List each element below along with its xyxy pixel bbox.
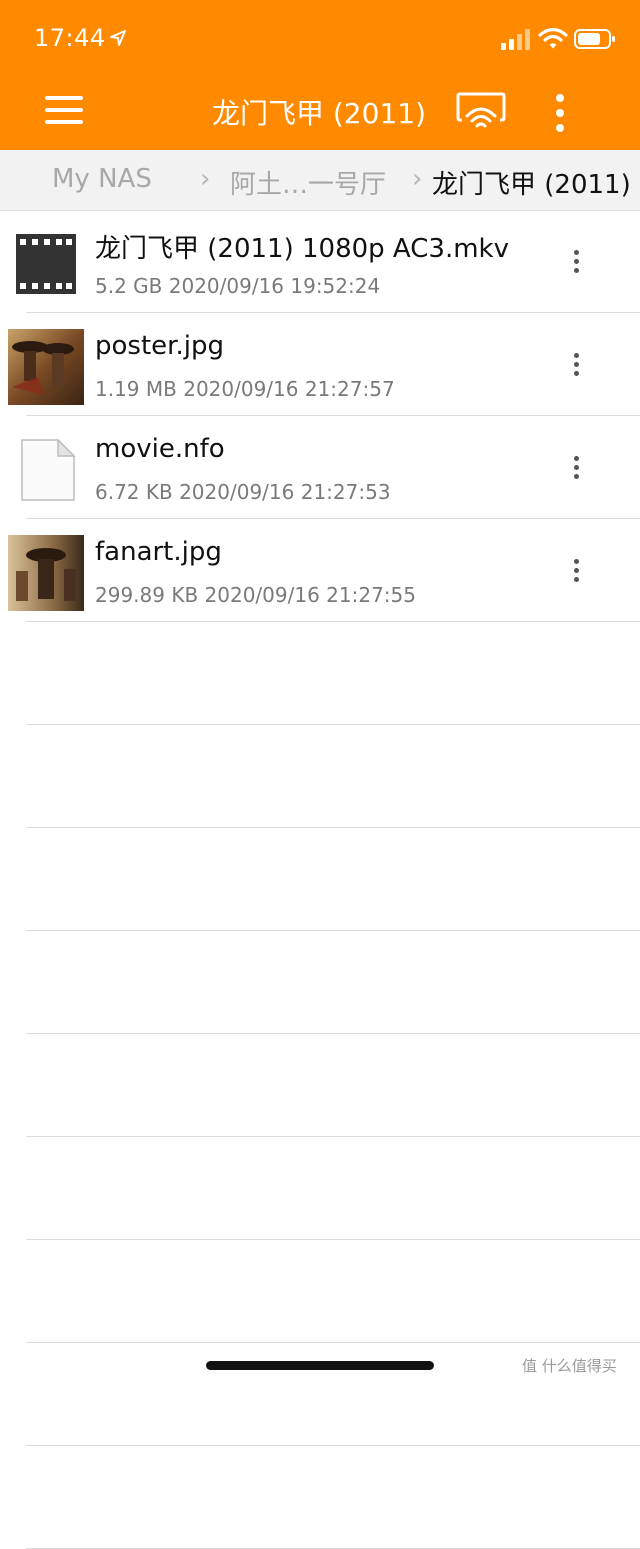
breadcrumb: My NAS › 阿土…一号厅 › 龙门飞甲 (2011) (0, 150, 640, 211)
empty-row-divider (26, 1137, 640, 1240)
empty-row-divider (26, 1446, 640, 1549)
menu-button[interactable] (42, 92, 86, 128)
empty-row-divider (26, 1240, 640, 1343)
more-options-icon[interactable] (562, 452, 590, 492)
file-meta: 299.89 KB 2020/09/16 21:27:55 (95, 583, 416, 607)
cast-icon[interactable] (456, 92, 506, 132)
file-name: poster.jpg (95, 331, 224, 361)
file-row[interactable]: fanart.jpg 299.89 KB 2020/09/16 21:27:55 (8, 519, 640, 622)
file-row[interactable]: 龙门飞甲 (2011) 1080p AC3.mkv 5.2 GB 2020/09… (16, 210, 640, 313)
file-name: 龙门飞甲 (2011) 1080p AC3.mkv (95, 234, 509, 264)
file-meta: 1.19 MB 2020/09/16 21:27:57 (95, 377, 395, 401)
chevron-right-icon: › (200, 164, 211, 194)
cellular-signal-icon (501, 29, 530, 50)
app-header: 17:44 龙门飞甲 (2011) (0, 0, 640, 150)
file-meta: 6.72 KB 2020/09/16 21:27:53 (95, 480, 391, 504)
page-title: 龙门飞甲 (2011) (211, 97, 426, 130)
file-row[interactable]: poster.jpg 1.19 MB 2020/09/16 21:27:57 (8, 313, 640, 416)
battery-icon (574, 29, 615, 49)
image-thumbnail (8, 329, 84, 405)
home-indicator[interactable] (206, 1361, 434, 1370)
breadcrumb-parent[interactable]: 阿土…一号厅 (230, 164, 386, 201)
empty-row-divider (26, 725, 640, 828)
video-file-icon (16, 234, 76, 294)
location-arrow-icon (110, 30, 126, 46)
watermark: 值 什么值得买 (522, 1357, 617, 1375)
document-file-icon (21, 438, 76, 501)
empty-row-divider (26, 828, 640, 931)
status-time: 17:44 (34, 24, 106, 52)
image-thumbnail (8, 535, 84, 611)
wifi-icon (538, 27, 568, 49)
file-name: fanart.jpg (95, 537, 222, 567)
breadcrumb-current: 龙门飞甲 (2011) (432, 170, 631, 200)
file-meta: 5.2 GB 2020/09/16 19:52:24 (95, 274, 381, 298)
file-row[interactable]: movie.nfo 6.72 KB 2020/09/16 21:27:53 (21, 416, 640, 519)
more-options-icon[interactable] (562, 349, 590, 389)
chevron-right-icon: › (412, 164, 423, 194)
empty-row-divider (26, 622, 640, 725)
empty-row-divider (26, 1034, 640, 1137)
more-options-icon[interactable] (562, 246, 590, 286)
more-options-icon[interactable] (562, 555, 590, 595)
more-options-icon[interactable] (546, 92, 574, 136)
empty-row-divider (26, 931, 640, 1034)
file-list: 龙门飞甲 (2011) 1080p AC3.mkv 5.2 GB 2020/09… (0, 210, 640, 1549)
file-name: movie.nfo (95, 434, 225, 464)
breadcrumb-root[interactable]: My NAS (52, 164, 152, 194)
